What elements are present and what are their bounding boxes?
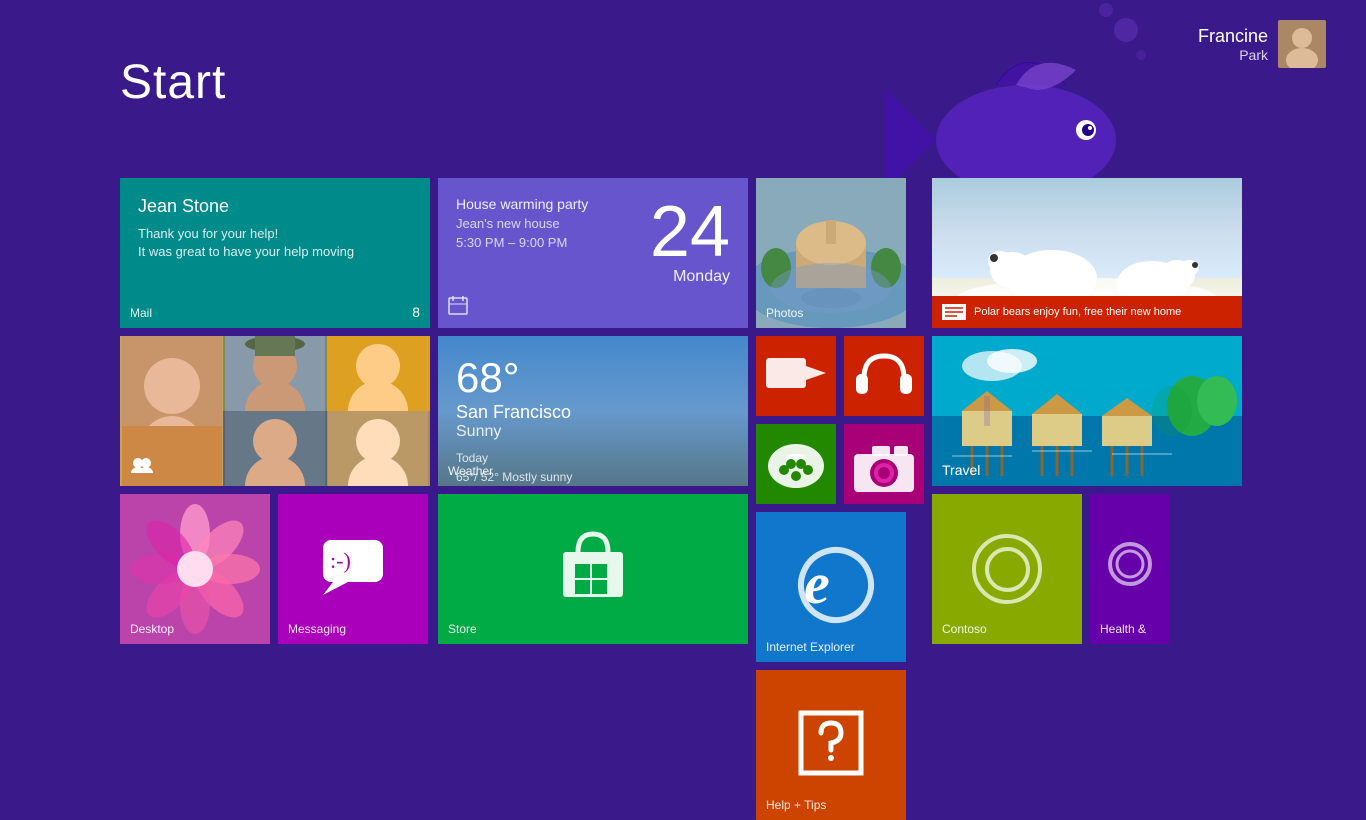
- mail-label: Mail: [130, 306, 152, 320]
- user-profile[interactable]: Francine Park: [1198, 20, 1326, 68]
- row-desktop-messaging: Desktop :-) Messaging: [120, 494, 430, 644]
- tile-people[interactable]: [120, 336, 430, 486]
- small-tiles-group: [756, 336, 924, 504]
- row-contoso-health: Contoso Health &: [932, 494, 1242, 644]
- calendar-icon: [448, 295, 468, 320]
- messaging-bubble-icon: :-): [318, 535, 388, 603]
- tile-calendar[interactable]: House warming party Jean's new house 5:3…: [438, 178, 748, 328]
- help-icon: [796, 708, 866, 783]
- mail-content: Thank you for your help! It was great to…: [138, 225, 412, 261]
- tile-news[interactable]: Polar bears enjoy fun, free their new ho…: [932, 178, 1242, 328]
- contoso-icon: [972, 534, 1042, 604]
- tile-contoso[interactable]: Contoso: [932, 494, 1082, 644]
- mail-count: 8: [412, 304, 420, 320]
- column-3: Photos: [756, 178, 924, 820]
- people-photo-2: [223, 336, 326, 411]
- tile-travel[interactable]: Travel: [932, 336, 1242, 486]
- tile-messaging[interactable]: :-) Messaging: [278, 494, 428, 644]
- tile-weather[interactable]: 68° San Francisco Sunny Today 65°/ 52° M…: [438, 336, 748, 486]
- column-1: Jean Stone Thank you for your help! It w…: [120, 178, 430, 820]
- mail-sender: Jean Stone: [138, 196, 412, 217]
- mail-line2: It was great to have your help moving: [138, 244, 354, 259]
- tiles-container: Jean Stone Thank you for your help! It w…: [120, 178, 1242, 820]
- column-2: House warming party Jean's new house 5:3…: [438, 178, 748, 820]
- cal-event-title: House warming party: [456, 196, 630, 212]
- travel-label: Travel: [942, 462, 980, 478]
- contoso-label: Contoso: [942, 622, 987, 636]
- tile-mail[interactable]: Jean Stone Thank you for your help! It w…: [120, 178, 430, 328]
- cal-event-time: 5:30 PM – 9:00 PM: [456, 235, 630, 250]
- avatar[interactable]: [1278, 20, 1326, 68]
- tile-store[interactable]: Store: [438, 494, 748, 644]
- tile-health[interactable]: Health &: [1090, 494, 1170, 644]
- tile-video[interactable]: [756, 336, 836, 416]
- cal-event-subtitle: Jean's new house: [456, 216, 630, 231]
- weather-city: San Francisco: [456, 402, 572, 423]
- start-title: Start: [120, 55, 226, 110]
- column-4: Polar bears enjoy fun, free their new ho…: [932, 178, 1242, 820]
- people-photo-4: [223, 411, 326, 486]
- people-photo-3: [327, 336, 430, 411]
- health-label: Health &: [1100, 622, 1146, 636]
- weather-main: 68° San Francisco Sunny Today 65°/ 52° M…: [456, 354, 730, 486]
- tile-photos[interactable]: Photos: [756, 178, 906, 328]
- people-photo-5: [327, 411, 430, 486]
- today-label: Today: [456, 451, 488, 465]
- help-label: Help + Tips: [766, 798, 826, 812]
- weather-label: Weather: [448, 464, 493, 478]
- weather-condition: Sunny: [456, 423, 572, 441]
- news-read-icon: [942, 304, 966, 320]
- user-first-name: Francine: [1198, 26, 1268, 47]
- photos-label: Photos: [766, 306, 803, 320]
- tile-help[interactable]: Help + Tips: [756, 670, 906, 820]
- ie-label: Internet Explorer: [766, 640, 855, 654]
- svg-text::-): :-): [330, 548, 351, 573]
- calendar-info: House warming party Jean's new house 5:3…: [456, 196, 630, 310]
- tile-ie[interactable]: e Internet Explorer: [756, 512, 906, 662]
- people-icon: [130, 457, 154, 478]
- calendar-date: 24 Monday: [650, 196, 730, 310]
- store-bag-icon: [553, 522, 633, 617]
- store-label: Store: [448, 622, 477, 636]
- cal-day-name: Monday: [650, 268, 730, 286]
- messaging-label: Messaging: [288, 622, 346, 636]
- ie-icon: e: [786, 545, 876, 630]
- cal-day-number: 24: [650, 196, 730, 268]
- user-name: Francine Park: [1198, 26, 1268, 63]
- desktop-label: Desktop: [130, 622, 174, 636]
- contoso-inner-circle: [985, 547, 1030, 592]
- news-headline: Polar bears enjoy fun, free their new ho…: [974, 305, 1181, 319]
- mail-line1: Thank you for your help!: [138, 226, 278, 241]
- user-last-name: Park: [1198, 47, 1268, 63]
- tile-games[interactable]: [756, 424, 836, 504]
- tile-camera[interactable]: [844, 424, 924, 504]
- tile-music[interactable]: [844, 336, 924, 416]
- news-overlay: Polar bears enjoy fun, free their new ho…: [932, 296, 1242, 328]
- tile-desktop[interactable]: Desktop: [120, 494, 270, 644]
- weather-temp: 68°: [456, 354, 572, 402]
- svg-text:e: e: [804, 551, 830, 616]
